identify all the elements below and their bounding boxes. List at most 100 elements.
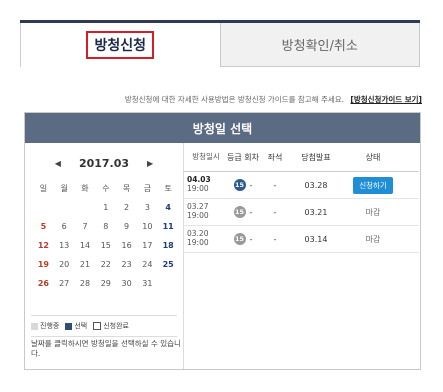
- table-row[interactable]: 03.20 19:00 15- - 03.14 마감: [183, 226, 419, 253]
- calendar-day[interactable]: 27: [54, 279, 75, 288]
- date-select-panel: 방청일 선택 ◀ 2017.03 ▶ 일 월 화 수 목 금 토 1 2 3 4…: [24, 112, 421, 370]
- header-grade: 등급: [226, 152, 242, 162]
- row-seat: -: [273, 207, 277, 217]
- legend-in-progress: 진행중: [31, 321, 59, 331]
- calendar-day[interactable]: 25: [158, 260, 179, 269]
- calendar-day[interactable]: 22: [95, 260, 116, 269]
- calendar-legend: 진행중 선택 신청완료: [31, 315, 177, 337]
- row-round: -: [249, 180, 253, 190]
- row-grade: 15-: [225, 179, 261, 191]
- calendar-day[interactable]: 30: [116, 279, 137, 288]
- calendar-grid: 일 월 화 수 목 금 토 1 2 3 4 5 6 7 8 9 10 11 12…: [33, 179, 179, 293]
- calendar-week: 12 13 14 15 16 17 18: [33, 236, 179, 255]
- header-announce: 당첨발표: [301, 152, 331, 162]
- apply-button[interactable]: 신청하기: [353, 176, 393, 194]
- closed-status: 마감: [365, 234, 381, 244]
- age-rating-icon: 15: [233, 206, 246, 218]
- weekday: 토: [164, 184, 172, 193]
- legend-selected: 선택: [65, 321, 87, 331]
- calendar-day[interactable]: 5: [33, 222, 54, 231]
- calendar-day[interactable]: 31: [137, 279, 158, 288]
- next-month-icon[interactable]: ▶: [147, 159, 153, 168]
- calendar-day[interactable]: 14: [75, 241, 96, 250]
- calendar-day[interactable]: 11: [158, 222, 179, 231]
- calendar-day[interactable]: 26: [33, 279, 54, 288]
- row-status: 마감: [343, 234, 403, 245]
- calendar-month: 2017.03: [78, 157, 130, 170]
- calendar-note: 날짜를 클릭하시면 방청일을 선택하실 수 있습니다.: [31, 339, 181, 359]
- tab-apply[interactable]: 방청신청: [20, 23, 221, 67]
- calendar-day[interactable]: 13: [54, 241, 75, 250]
- calendar-day[interactable]: 12: [33, 241, 54, 250]
- table-row[interactable]: 04.03 19:00 15- - 03.28 신청하기: [183, 172, 419, 199]
- row-datetime: 04.03 19:00: [183, 176, 225, 193]
- row-grade: 15-: [225, 206, 261, 218]
- tab-bar: 방청신청 방청확인/취소: [20, 20, 420, 67]
- calendar-week: 26 27 28 29 30 31: [33, 274, 179, 293]
- tab-apply-label: 방청신청: [86, 31, 155, 59]
- selected-swatch-icon: [65, 322, 73, 330]
- table-header: 방청일시 등급 회차 좌석 당첨발표 상태: [183, 143, 419, 172]
- calendar-day[interactable]: 1: [95, 203, 116, 212]
- finished-swatch-icon: [93, 322, 102, 330]
- row-seat: -: [273, 180, 277, 190]
- panel-title: 방청일 선택: [25, 113, 420, 143]
- tab-confirm-label: 방청확인/취소: [281, 39, 358, 54]
- guide-description: 방청신청에 대한 자세한 사용방법은 방청신청 가이드를 참고해 주세요.: [124, 95, 345, 104]
- weekday-header: 일 월 화 수 목 금 토: [33, 179, 179, 198]
- calendar-day[interactable]: 16: [116, 241, 137, 250]
- calendar-day[interactable]: 23: [116, 260, 137, 269]
- calendar-day[interactable]: 18: [158, 241, 179, 250]
- calendar-day[interactable]: 9: [116, 222, 137, 231]
- row-announce: 03.21: [304, 207, 328, 217]
- in-progress-swatch-icon: [31, 322, 38, 330]
- tab-confirm-cancel[interactable]: 방청확인/취소: [220, 23, 420, 67]
- calendar-day[interactable]: 2: [116, 203, 137, 212]
- calendar-day[interactable]: 3: [137, 203, 158, 212]
- guide-text: 방청신청에 대한 자세한 사용방법은 방청신청 가이드를 참고해 주세요. [방…: [20, 94, 422, 105]
- row-time: 19:00: [187, 238, 209, 247]
- calendar: ◀ 2017.03 ▶ 일 월 화 수 목 금 토 1 2 3 4 5 6 7 …: [25, 143, 184, 369]
- row-round: -: [249, 234, 253, 244]
- calendar-week: 5 6 7 8 9 10 11: [33, 217, 179, 236]
- table-row[interactable]: 03.27 19:00 15- - 03.21 마감: [183, 199, 419, 226]
- calendar-day[interactable]: 21: [75, 260, 96, 269]
- header-seat: 좌석: [267, 152, 283, 162]
- row-round: -: [249, 207, 253, 217]
- weekday: 월: [60, 184, 68, 193]
- calendar-day[interactable]: 4: [158, 203, 179, 212]
- guide-link[interactable]: [방청신청가이드 보기]: [350, 95, 422, 104]
- session-table: 방청일시 등급 회차 좌석 당첨발표 상태 04.03 19:00 15- - 0…: [183, 143, 419, 253]
- prev-month-icon[interactable]: ◀: [55, 159, 61, 168]
- header-status: 상태: [365, 152, 381, 162]
- calendar-day[interactable]: 7: [75, 222, 96, 231]
- legend-finished: 신청완료: [93, 321, 129, 331]
- row-datetime: 03.20 19:00: [183, 230, 225, 247]
- calendar-day[interactable]: 20: [54, 260, 75, 269]
- calendar-day[interactable]: 17: [137, 241, 158, 250]
- calendar-day[interactable]: 29: [95, 279, 116, 288]
- calendar-day[interactable]: 19: [33, 260, 54, 269]
- calendar-day[interactable]: 6: [54, 222, 75, 231]
- legend-selected-label: 선택: [74, 322, 88, 330]
- calendar-day[interactable]: 10: [137, 222, 158, 231]
- row-datetime: 03.27 19:00: [183, 203, 225, 220]
- row-announce: 03.14: [304, 234, 328, 244]
- age-rating-icon: 15: [233, 179, 246, 191]
- calendar-day[interactable]: 24: [137, 260, 158, 269]
- calendar-day[interactable]: 15: [95, 241, 116, 250]
- weekday: 목: [122, 184, 131, 193]
- header-datetime: 방청일시: [192, 151, 220, 161]
- closed-status: 마감: [365, 207, 381, 217]
- calendar-week: 1 2 3 4: [33, 198, 179, 217]
- weekday: 금: [143, 184, 152, 193]
- calendar-nav: ◀ 2017.03 ▶: [25, 157, 183, 170]
- header-grade-round: 등급 회차: [225, 152, 261, 163]
- legend-in-progress-label: 진행중: [40, 322, 60, 330]
- calendar-week: 19 20 21 22 23 24 25: [33, 255, 179, 274]
- calendar-day[interactable]: 8: [95, 222, 116, 231]
- row-status: 마감: [343, 207, 403, 218]
- row-seat: -: [273, 234, 277, 244]
- age-rating-icon: 15: [233, 233, 246, 245]
- calendar-day[interactable]: 28: [75, 279, 96, 288]
